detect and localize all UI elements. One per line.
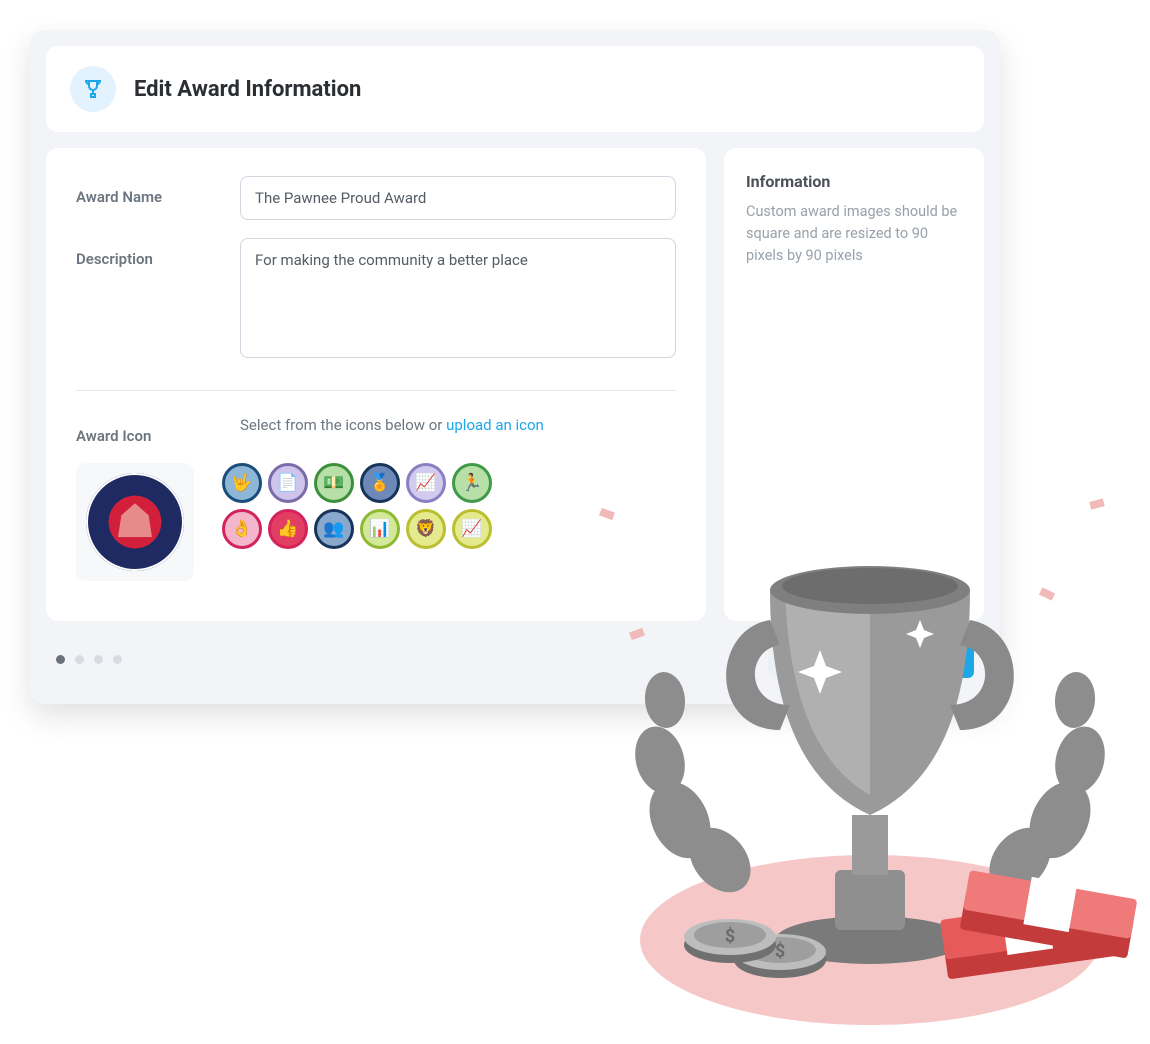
award-form-card: Award Name Description Award Icon Select… bbox=[46, 148, 706, 621]
modal-header: Edit Award Information bbox=[46, 46, 984, 132]
step-dot[interactable] bbox=[94, 655, 103, 664]
stairs-icon[interactable]: 📈 bbox=[406, 463, 446, 503]
description-textarea[interactable] bbox=[240, 238, 676, 358]
trophy-icon bbox=[70, 66, 116, 112]
trend-up-icon[interactable]: 📈 bbox=[452, 509, 492, 549]
award-name-input[interactable] bbox=[240, 176, 676, 220]
upload-icon-link[interactable]: upload an icon bbox=[446, 416, 544, 434]
description-label: Description bbox=[76, 238, 216, 362]
svg-text:$: $ bbox=[775, 941, 785, 962]
info-panel-title: Information bbox=[746, 172, 962, 191]
lion-icon[interactable]: 🦁 bbox=[406, 509, 446, 549]
step-dot[interactable] bbox=[56, 655, 65, 664]
medal-icon[interactable]: 🏅 bbox=[360, 463, 400, 503]
modal-title: Edit Award Information bbox=[134, 77, 361, 102]
modal-footer: Cancel Continue bbox=[46, 621, 984, 688]
team-icon[interactable]: 👥 bbox=[314, 509, 354, 549]
divider bbox=[76, 390, 676, 391]
growth-chart-icon[interactable]: 📊 bbox=[360, 509, 400, 549]
current-award-icon[interactable] bbox=[76, 463, 194, 581]
info-panel-text: Custom award images should be square and… bbox=[746, 201, 962, 266]
edit-award-modal: Edit Award Information Award Name Descri… bbox=[30, 30, 1000, 704]
step-dot[interactable] bbox=[75, 655, 84, 664]
award-name-label: Award Name bbox=[76, 176, 216, 220]
icon-palette-grid: 🤟📄💵🏅📈🏃👌👍👥📊🦁📈 bbox=[222, 463, 492, 549]
thumbs-up-icon[interactable]: 👍 bbox=[268, 509, 308, 549]
document-icon[interactable]: 📄 bbox=[268, 463, 308, 503]
cancel-button[interactable]: Cancel bbox=[768, 641, 857, 678]
icon-hint-text: Select from the icons below or upload an… bbox=[240, 416, 544, 434]
pawnee-seal-icon bbox=[86, 473, 184, 571]
award-icon-label: Award Icon bbox=[76, 415, 216, 445]
svg-text:$: $ bbox=[725, 926, 735, 947]
step-indicator bbox=[56, 655, 122, 664]
ok-hand-icon[interactable]: 👌 bbox=[222, 509, 262, 549]
continue-button[interactable]: Continue bbox=[869, 641, 974, 678]
cash-icon[interactable]: 💵 bbox=[314, 463, 354, 503]
icon-hint-prefix: Select from the icons below or bbox=[240, 416, 446, 434]
runner-icon[interactable]: 🏃 bbox=[452, 463, 492, 503]
step-dot[interactable] bbox=[113, 655, 122, 664]
information-panel: Information Custom award images should b… bbox=[724, 148, 984, 621]
rock-on-icon[interactable]: 🤟 bbox=[222, 463, 262, 503]
